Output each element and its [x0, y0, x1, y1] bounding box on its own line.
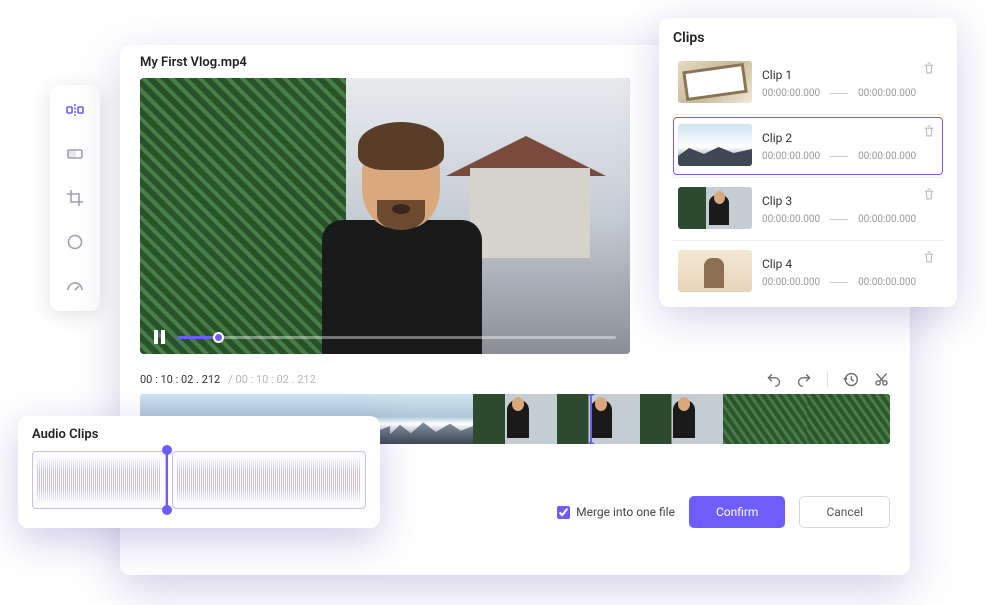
total-time: / 00 : 10 : 02 . 212	[228, 373, 316, 386]
audio-clip[interactable]	[172, 451, 366, 509]
audio-panel: Audio Clips	[18, 416, 380, 528]
merge-label: Merge into one file	[576, 505, 675, 519]
video-frame	[140, 78, 630, 354]
clip-end-time: 00:00:00.000	[858, 88, 916, 99]
clips-panel: Clips Clip 1 00:00:00.000 00:00:00.000 C…	[659, 18, 957, 307]
merge-checkbox[interactable]	[557, 506, 570, 519]
dash-separator	[830, 156, 848, 157]
clip-thumbnail	[678, 61, 752, 103]
clip-name: Clip 1	[762, 68, 938, 82]
circle-icon	[65, 232, 85, 252]
divider	[673, 177, 943, 178]
clip-start-time: 00:00:00.000	[762, 214, 820, 225]
speed-tool[interactable]	[60, 271, 90, 301]
dash-separator	[830, 93, 848, 94]
confirm-button[interactable]: Confirm	[689, 496, 786, 528]
crop-tool[interactable]	[60, 183, 90, 213]
undo-icon[interactable]	[765, 371, 782, 388]
audio-clip[interactable]	[32, 451, 166, 509]
dash-separator	[830, 282, 848, 283]
dash-separator	[830, 219, 848, 220]
audio-panel-title: Audio Clips	[32, 427, 366, 442]
clip-item[interactable]: Clip 2 00:00:00.000 00:00:00.000	[673, 117, 943, 175]
crop-icon	[65, 188, 85, 208]
timeline-thumb[interactable]	[473, 394, 556, 444]
clip-end-time: 00:00:00.000	[858, 277, 916, 288]
clip-name: Clip 3	[762, 194, 938, 208]
ratio-tool[interactable]	[60, 139, 90, 169]
circle-tool[interactable]	[60, 227, 90, 257]
speed-icon	[65, 276, 85, 296]
timeline-tools	[765, 371, 890, 388]
progress-thumb[interactable]	[213, 332, 224, 343]
timeline-thumb[interactable]	[807, 394, 890, 444]
tool-toolbar	[50, 85, 100, 311]
clip-name: Clip 2	[762, 131, 938, 145]
divider	[673, 240, 943, 241]
clip-name: Clip 4	[762, 257, 938, 271]
trash-icon[interactable]	[922, 124, 936, 138]
separator	[827, 371, 828, 387]
clip-end-time: 00:00:00.000	[858, 151, 916, 162]
clips-panel-title: Clips	[673, 30, 943, 46]
clip-thumbnail	[678, 187, 752, 229]
timeline-thumb[interactable]	[557, 394, 640, 444]
clip-start-time: 00:00:00.000	[762, 277, 820, 288]
history-icon[interactable]	[842, 371, 859, 388]
split-icon	[65, 100, 85, 120]
current-time: 00 : 10 : 02 . 212	[140, 373, 220, 386]
timeline-thumb[interactable]	[640, 394, 723, 444]
ratio-icon	[65, 144, 85, 164]
clip-item[interactable]: Clip 4 00:00:00.000 00:00:00.000	[673, 243, 943, 301]
clip-thumbnail	[678, 124, 752, 166]
trash-icon[interactable]	[922, 61, 936, 75]
video-controls	[154, 330, 616, 344]
clip-item[interactable]: Clip 3 00:00:00.000 00:00:00.000	[673, 180, 943, 238]
progress-bar[interactable]	[178, 336, 616, 339]
audio-clips-track[interactable]	[32, 451, 366, 509]
clip-item[interactable]: Clip 1 00:00:00.000 00:00:00.000	[673, 54, 943, 112]
audio-split-handle[interactable]	[166, 446, 168, 514]
video-preview[interactable]	[140, 78, 630, 354]
pause-button[interactable]	[154, 330, 168, 344]
trash-icon[interactable]	[922, 250, 936, 264]
trash-icon[interactable]	[922, 187, 936, 201]
redo-icon[interactable]	[796, 371, 813, 388]
timeline-thumb[interactable]	[723, 394, 806, 444]
split-tool[interactable]	[60, 95, 90, 125]
clip-start-time: 00:00:00.000	[762, 151, 820, 162]
clip-start-time: 00:00:00.000	[762, 88, 820, 99]
clip-thumbnail	[678, 250, 752, 292]
cut-icon[interactable]	[873, 371, 890, 388]
divider	[673, 114, 943, 115]
merge-checkbox-label[interactable]: Merge into one file	[557, 505, 675, 519]
timeline-thumb[interactable]	[390, 394, 473, 444]
cancel-button[interactable]: Cancel	[799, 496, 890, 528]
clip-end-time: 00:00:00.000	[858, 214, 916, 225]
